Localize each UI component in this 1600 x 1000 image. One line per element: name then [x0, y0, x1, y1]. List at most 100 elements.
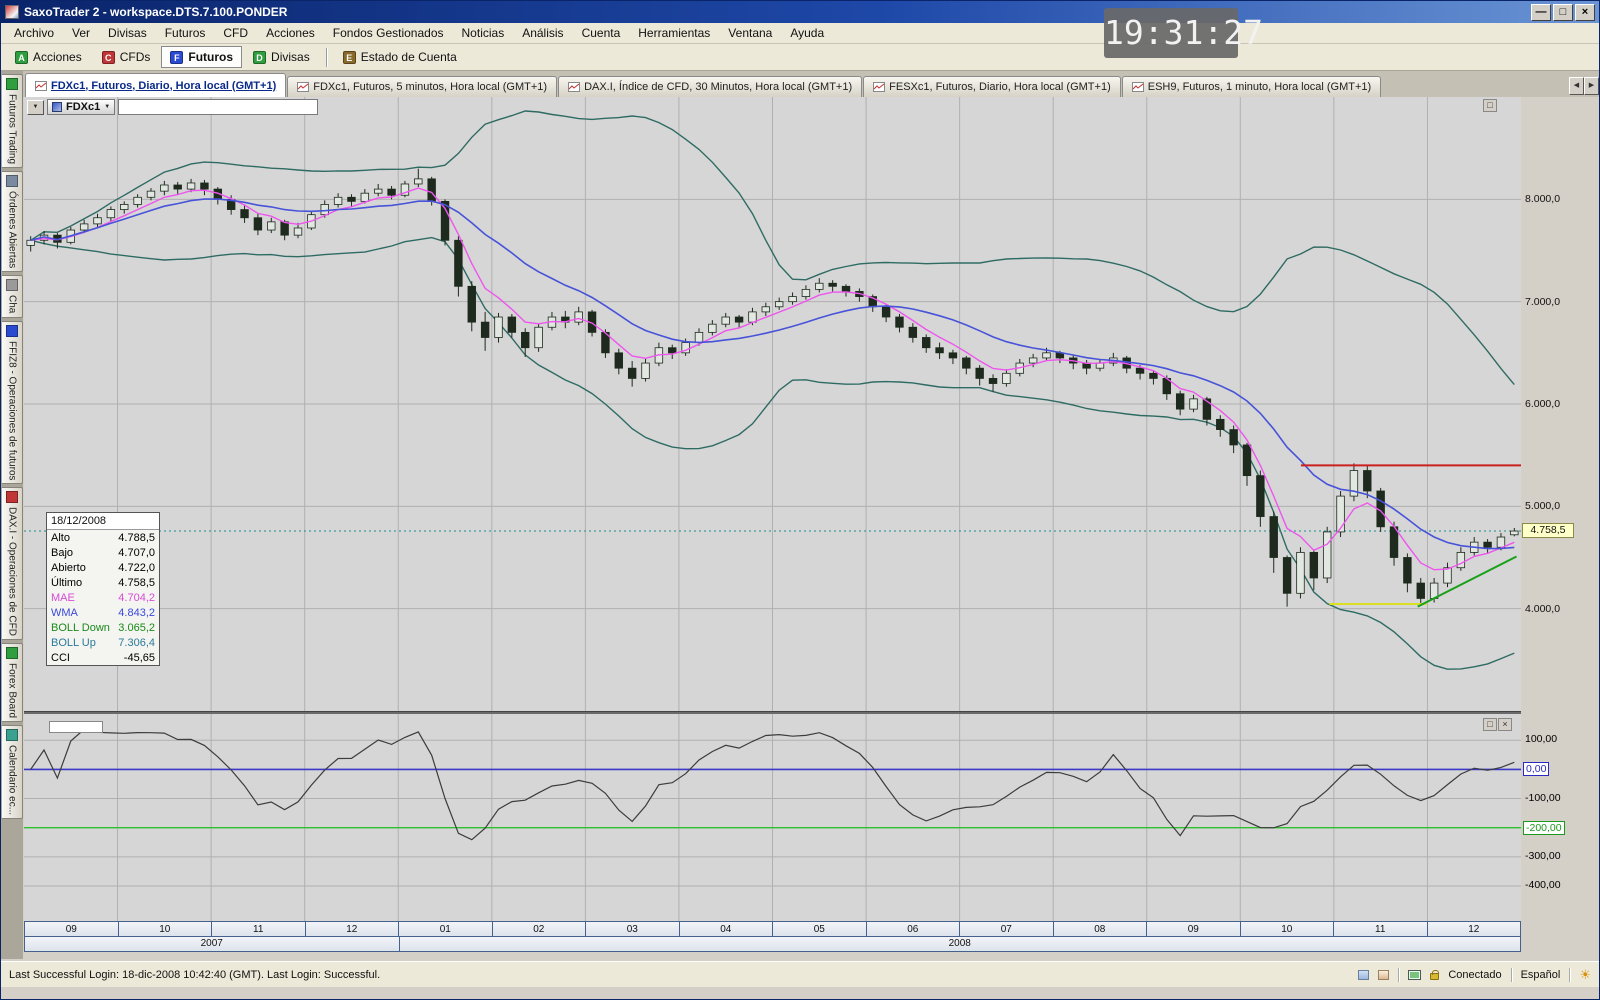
menu-item-analisis[interactable]: Análisis [513, 24, 572, 42]
chart-menu-button[interactable]: ▼ [27, 100, 44, 115]
menu-item-futuros[interactable]: Futuros [156, 24, 215, 42]
price-axis[interactable]: 4.758,5 8.000,07.000,06.000,05.000,04.00… [1521, 97, 1600, 953]
cci-chart-canvas[interactable] [24, 714, 1521, 921]
language-label: Español [1521, 969, 1561, 981]
cci-tick: -200,00 [1523, 821, 1565, 835]
toolbar-button-acciones[interactable]: AAcciones [6, 46, 91, 68]
symbol-label: FDXc1 [66, 101, 100, 113]
divisas-icon: D [253, 51, 266, 64]
price-tick: 8.000,0 [1525, 193, 1560, 205]
month-cell: 04 [679, 921, 774, 937]
ffiz8-operaciones-de-futuros-icon [6, 325, 18, 337]
chevron-down-icon: ▼ [104, 104, 110, 110]
cci-panel-restore-button[interactable]: □ [1483, 718, 1497, 731]
menu-item-noticias[interactable]: Noticias [453, 24, 514, 42]
price-tick: 5.000,0 [1525, 500, 1560, 512]
dock-tab-dax-i-operaciones-de-cfd[interactable]: DAX.I - Operaciones de CFD [2, 487, 23, 640]
toolbar-separator [326, 48, 327, 67]
last-price-tag: 4.758,5 [1522, 523, 1574, 538]
symbol-input[interactable] [118, 99, 318, 115]
trend-line[interactable] [1418, 556, 1517, 606]
menu-item-ventana[interactable]: Ventana [719, 24, 781, 42]
chart-icon [873, 82, 885, 92]
chart-tab-strip: FDXc1, Futuros, Diario, Hora local (GMT+… [23, 71, 1600, 97]
tooltip-date: 18/12/2008 [47, 513, 159, 530]
chart-tab[interactable]: DAX.I, Índice de CFD, 30 Minutos, Hora l… [558, 76, 862, 97]
menu-item-cfd[interactable]: CFD [214, 24, 257, 42]
tooltip-row-label: BOLL Down [51, 622, 110, 634]
tooltip-row: Último 4.758,5 [47, 575, 159, 590]
menu-item-ayuda[interactable]: Ayuda [781, 24, 833, 42]
dock-tab-cha[interactable]: Cha [2, 275, 23, 317]
toolbar-button-label: Estado de Cuenta [361, 50, 457, 64]
title-bar: SaxoTrader 2 - workspace.DTS.7.100.PONDE… [1, 1, 1599, 23]
tooltip-row-label: CCI [51, 652, 70, 664]
chart-tab-label: FESXc1, Futuros, Diario, Hora local (GMT… [889, 81, 1111, 93]
cci-tick: -400,00 [1525, 879, 1561, 891]
cci-legend-box [49, 721, 103, 733]
tooltip-row: MAE 4.704,2 [47, 590, 159, 605]
tooltip-row-value: 4.722,0 [118, 562, 155, 574]
dock-tab-label: Órdenes Abiertas [7, 191, 18, 268]
status-bar: Last Successful Login: 18-dic-2008 10:42… [1, 961, 1599, 987]
main-toolbar: AAccionesCCFDsFFuturosDDivisas EEstado de… [1, 44, 1599, 71]
left-dock: Futuros Trading Órdenes Abiertas Cha FFIZ8 … [1, 71, 23, 959]
menu-item-ver[interactable]: Ver [63, 24, 99, 42]
close-button[interactable]: × [1575, 4, 1595, 21]
tooltip-row-label: MAE [51, 592, 75, 604]
time-axis[interactable]: 09101112010203040506070809101112 2007200… [24, 921, 1521, 952]
menu-item-herramientas[interactable]: Herramientas [629, 24, 719, 42]
tooltip-rows: Alto4.788,5Bajo4.707,0Abierto4.722,0Últi… [47, 530, 159, 665]
price-chart-canvas[interactable] [24, 97, 1521, 711]
chart-tab[interactable]: ESH9, Futuros, 1 minuto, Hora local (GMT… [1122, 76, 1381, 97]
login-status-text: Last Successful Login: 18-dic-2008 10:42… [9, 969, 380, 981]
cha-icon [6, 279, 18, 291]
dock-tab-ffiz8-operaciones-de-futuros[interactable]: FFIZ8 - Operaciones de futuros [2, 321, 23, 485]
dock-tab-label: Calendario ec... [7, 745, 18, 815]
maximize-button[interactable]: □ [1553, 4, 1573, 21]
menu-item-cuenta[interactable]: Cuenta [573, 24, 630, 42]
year-cell: 2007 [24, 937, 400, 952]
tooltip-row-value: -45,65 [124, 652, 155, 664]
sound-icon [1358, 970, 1369, 980]
symbol-combo[interactable]: FDXc1 ▼ [47, 99, 115, 115]
month-cell: 07 [959, 921, 1054, 937]
menu-item-acciones[interactable]: Acciones [257, 24, 324, 42]
tooltip-row-value: 4.758,5 [118, 577, 155, 589]
chart-tab[interactable]: FESXc1, Futuros, Diario, Hora local (GMT… [863, 76, 1121, 97]
price-panel-restore-button[interactable]: □ [1483, 99, 1497, 112]
tooltip-row: WMA4.843,2 [47, 605, 159, 620]
menu-item-divisas[interactable]: Divisas [99, 24, 156, 42]
acciones-icon: A [15, 51, 28, 64]
tab-scroll-left-button[interactable]: ◀ [1569, 77, 1584, 95]
tooltip-row-value: 4.704,2 [118, 592, 155, 604]
month-cell: 11 [211, 921, 306, 937]
futuros-trading-icon [6, 78, 18, 90]
chart-tab[interactable]: FDXc1, Futuros, Diario, Hora local (GMT+… [25, 73, 286, 97]
dock-tab-ordenes-abiertas[interactable]: Órdenes Abiertas [2, 171, 23, 272]
dock-tab-forex-board[interactable]: Forex Board [2, 643, 23, 722]
toolbar-button-cfds[interactable]: CCFDs [93, 46, 160, 68]
cci-tick: 100,00 [1525, 733, 1557, 745]
dock-tab-calendario-ec[interactable]: Calendario ec... [2, 725, 23, 819]
menu-item-archivo[interactable]: Archivo [5, 24, 63, 42]
chart-tab[interactable]: FDXc1, Futuros, 5 minutos, Hora local (G… [287, 76, 557, 97]
app-icon [5, 5, 19, 19]
tab-scroll-right-button[interactable]: ▶ [1584, 77, 1599, 95]
chart-icon [568, 82, 580, 92]
cci-panel-close-button[interactable]: × [1498, 718, 1512, 731]
price-tick: 7.000,0 [1525, 296, 1560, 308]
dock-tab-futuros-trading[interactable]: Futuros Trading [2, 74, 23, 168]
year-cell: 2008 [399, 937, 1522, 952]
calendario-ec-icon [6, 729, 18, 741]
menu-item-fondos-gestionados[interactable]: Fondos Gestionados [324, 24, 453, 42]
month-cell: 10 [1240, 921, 1335, 937]
minimize-button[interactable]: — [1531, 4, 1551, 21]
toolbar-button-futuros[interactable]: FFuturos [161, 46, 242, 68]
toolbar-button-estado-de-cuenta[interactable]: EEstado de Cuenta [334, 46, 466, 68]
tooltip-row-label: Último [51, 577, 82, 589]
divider [1511, 968, 1512, 982]
window-controls: — □ × [1531, 4, 1595, 21]
toolbar-button-divisas[interactable]: DDivisas [244, 46, 319, 68]
connection-status: Conectado [1448, 969, 1501, 981]
